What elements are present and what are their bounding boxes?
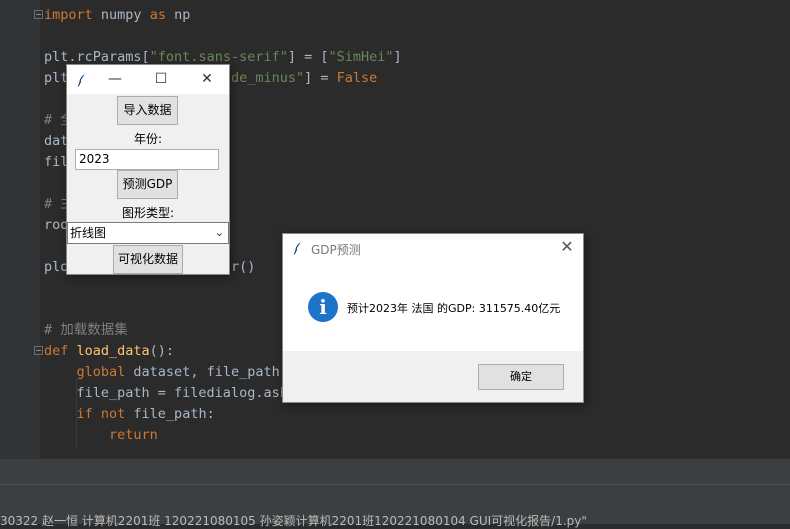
code-token: (): <box>149 343 175 359</box>
year-input[interactable]: 2023 <box>75 149 219 170</box>
code-token: fil <box>44 154 69 170</box>
minimize-icon[interactable]: — <box>95 65 135 94</box>
code-token: ] = <box>304 70 337 86</box>
code-token: numpy <box>100 7 150 23</box>
code-token: ] <box>393 49 402 65</box>
code-token: plt.rcParams[ <box>44 49 150 65</box>
code-line: dat <box>44 131 68 152</box>
chevron-down-icon[interactable]: ⌄ <box>215 223 224 243</box>
code-line: fil <box>44 152 68 173</box>
tk-title-bar[interactable]: — ☐ ✕ <box>67 65 229 94</box>
code-token: import <box>44 7 101 23</box>
code-line: def load_data(): <box>44 341 174 362</box>
code-token: if not <box>76 406 134 422</box>
code-token: global <box>76 364 134 380</box>
code-token: file_path = filedialog.ask <box>44 385 288 401</box>
code-line: roo <box>44 215 68 236</box>
year-label: 年份: <box>133 132 163 146</box>
dialog-message: 预计2023年 法国 的GDP: 311575.40亿元 <box>347 302 561 315</box>
close-icon[interactable]: ✕ <box>557 237 577 257</box>
code-token: ode_minus" <box>222 70 305 86</box>
ok-button[interactable]: 确定 <box>478 364 564 390</box>
dialog-footer: 确定 <box>283 351 583 402</box>
code-token: plt <box>44 70 69 86</box>
gdp-prediction-dialog[interactable]: GDP预测 ✕ i 预计2023年 法国 的GDP: 311575.40亿元 确… <box>282 233 584 403</box>
code-line: return <box>44 425 158 446</box>
code-token: plo <box>44 259 69 275</box>
code-token: "SimHei" <box>328 49 394 65</box>
chart-type-select[interactable]: 折线图 ⌄ <box>67 222 229 244</box>
code-line: if not file_path: <box>44 404 215 425</box>
code-token: def <box>44 343 77 359</box>
code-token: file_path: <box>133 406 215 422</box>
tool-window-bar <box>0 458 790 485</box>
tk-feather-icon <box>293 242 301 255</box>
tk-main-window[interactable]: — ☐ ✕ 导入数据 年份: 2023 预测GDP 图形类型: 折线图 ⌄ 可视… <box>66 64 230 275</box>
dialog-title: GDP预测 <box>311 243 361 257</box>
predict-gdp-button[interactable]: 预测GDP <box>117 170 178 199</box>
maximize-icon[interactable]: ☐ <box>141 65 181 94</box>
code-token: roo <box>44 217 69 233</box>
editor-gutter <box>0 0 40 458</box>
code-token: dat <box>44 133 69 149</box>
code-token: return <box>109 427 158 443</box>
code-token: # 加载数据集 <box>44 322 128 338</box>
code-token: dataset, file_path <box>133 364 280 380</box>
code-line: # 加载数据集 <box>44 320 128 341</box>
code-line: import numpy as np <box>44 5 190 26</box>
tk-feather-icon <box>77 74 85 87</box>
import-data-button[interactable]: 导入数据 <box>117 96 178 125</box>
code-token: "font.sans-serif" <box>149 49 288 65</box>
code-token: load_data <box>76 343 150 359</box>
chart-type-value: 折线图 <box>70 226 107 240</box>
fold-marker-icon[interactable] <box>34 10 43 19</box>
code-token: r() <box>230 259 256 275</box>
code-line: global dataset, file_path <box>44 362 280 383</box>
visualize-data-button[interactable]: 可视化数据 <box>113 245 183 274</box>
status-bar: 30322 赵一恒 计算机2201班 120221080105 孙姿颖计算机22… <box>0 484 790 528</box>
fold-marker-icon[interactable] <box>34 346 43 355</box>
chart-type-label: 图形类型: <box>121 206 175 220</box>
code-token: np <box>174 7 191 23</box>
close-icon[interactable]: ✕ <box>187 65 227 94</box>
code-token: ] = [ <box>287 49 329 65</box>
code-token: False <box>336 70 378 86</box>
file-path-text[interactable]: 30322 赵一恒 计算机2201班 120221080105 孙姿颖计算机22… <box>0 512 587 529</box>
code-token: as <box>149 7 175 23</box>
info-icon: i <box>308 292 338 322</box>
